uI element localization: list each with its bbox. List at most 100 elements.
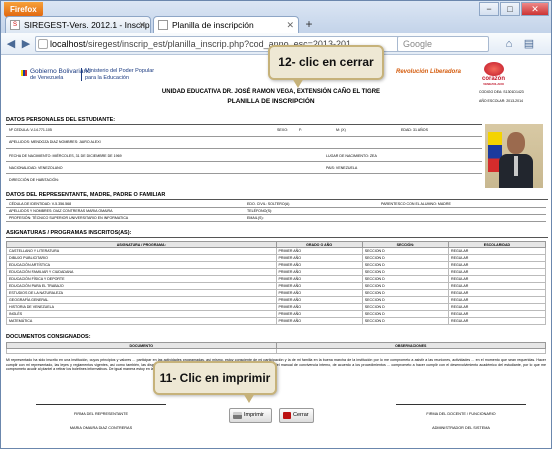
photo-head <box>507 132 525 154</box>
firefox-menu-button[interactable]: Firefox <box>4 2 43 17</box>
table-cell: PRIMER AÑO <box>275 282 363 290</box>
close-tab-icon[interactable]: ✕ <box>286 17 294 33</box>
table-row: EDUCACIÓN FÍSICA Y DEPORTE PRIMER AÑO SECC… <box>6 275 547 283</box>
student-photo <box>485 124 543 188</box>
codigo-dea: CODIGO DEA: S1301D1423 <box>479 90 524 94</box>
student-sexo-f: F: <box>299 128 303 132</box>
table-row: GEOGRAFÍA GENERAL PRIMER AÑO SECCION D REGU… <box>6 296 547 304</box>
table-cell: SECCION D <box>361 282 449 290</box>
table-cell: MATEMÁTICA <box>6 317 277 325</box>
table-cell: REGULAR <box>447 254 547 262</box>
student-pais: PAIS: VENEZUELA <box>326 166 358 170</box>
student-cedula: Nº CEDULA: V-14.771.105 <box>9 128 52 132</box>
table-cell: REGULAR <box>447 310 547 318</box>
table-cell: PRIMER AÑO <box>275 268 363 276</box>
table-row: EDUCACIÓN FAMILIAR Y CIUDADANA PRIMER AÑO… <box>6 268 547 276</box>
forward-icon[interactable]: ▶ <box>18 36 34 52</box>
flag-icon <box>21 70 27 76</box>
table-cell: PRIMER AÑO <box>275 317 363 325</box>
tab-label: Planilla de inscripción <box>172 20 254 30</box>
documents-table: DOCUMENTO OBSERVACIONES <box>6 342 546 354</box>
table-cell: EDUCACIÓN PARA EL TRABAJO <box>6 282 277 290</box>
print-button[interactable]: Imprimir <box>229 408 272 423</box>
close-button[interactable]: Cerrar <box>279 408 314 423</box>
close-tab-icon[interactable]: ✕ <box>138 17 146 33</box>
url-host: localhost <box>50 39 86 49</box>
revolution-label: Revolución Liberadora <box>396 69 462 75</box>
table-cell: SECCION D <box>361 303 449 311</box>
table-cell: CASTELLANO Y LITERATURA <box>6 247 277 255</box>
rep-edo-civil: EDO. CIVIL: SOLTERO(A) <box>247 202 290 206</box>
doc-signature-name: ADMINISTRADOR DEL SISTEMA <box>432 426 490 430</box>
table-row: MATEMÁTICA PRIMER AÑO SECCION D REGULAR <box>6 317 547 325</box>
tab-label: SIREGEST-Vers. 2012.1 - Inscripción d... <box>24 20 150 30</box>
divider <box>6 221 546 222</box>
table-cell: EDUCACIÓN FAMILIAR Y CIUDADANA <box>6 268 277 276</box>
ministry-line2: para la Educación <box>85 74 130 81</box>
home-icon[interactable]: ⌂ <box>501 36 517 52</box>
table-cell: PRIMER AÑO <box>275 254 363 262</box>
table-row: ESTUDIOS DE LA NATURALEZA PRIMER AÑO SECCI… <box>6 289 547 297</box>
back-icon[interactable]: ◀ <box>3 36 19 52</box>
anno-escolar: AÑO ESCOLAR: 2013-2014 <box>479 99 523 103</box>
table-cell: INGLÉS <box>6 310 277 318</box>
site-icon <box>38 39 48 49</box>
print-label: Imprimir <box>244 412 264 418</box>
corazon-logo: corazón VENEZOLANO <box>471 62 516 86</box>
doc-signature-title: FIRMA DEL DOCENTE / FUNCIONARIO <box>426 412 496 416</box>
rep-signature-name: MARIA OMAIRA DIAZ CONTRERAS <box>69 426 133 430</box>
student-fecha-nac: FECHA DE NACIMIENTO: MIÉRCOLES, 31 DE DI… <box>9 154 122 158</box>
table-row: HISTORIA DE VENEZUELA PRIMER AÑO SECCION D… <box>6 303 547 311</box>
browser-window: Firefox S SIREGEST-Vers. 2012.1 - Inscri… <box>0 0 552 449</box>
rep-email: EMAIL(S): <box>247 216 264 220</box>
table-row: EDUCACIÓN ARTÍSTICA PRIMER AÑO SECCION D RE… <box>6 261 547 269</box>
table-cell: REGULAR <box>447 317 547 325</box>
photo-tie <box>514 156 518 176</box>
table-cell: REGULAR <box>447 268 547 276</box>
student-nacionalidad: NACIONALIDAD: VENEZOLANO <box>9 166 63 170</box>
tab-siregest[interactable]: S SIREGEST-Vers. 2012.1 - Inscripción d.… <box>5 16 151 33</box>
divider <box>6 237 548 238</box>
corazon-sub: VENEZOLANO <box>483 82 504 86</box>
divider <box>6 173 482 174</box>
page-title: PLANILLA DE INSCRIPCIÓN <box>227 98 315 105</box>
table-row <box>6 348 546 354</box>
table-row: DIBUJO PUBLICITARIO PRIMER AÑO SECCION D RE… <box>6 254 547 262</box>
table-cell: PRIMER AÑO <box>275 289 363 297</box>
bookmarks-icon[interactable]: ▤ <box>521 36 537 52</box>
maximize-button[interactable]: □ <box>500 2 520 16</box>
minimize-button[interactable]: − <box>479 2 499 16</box>
divider <box>6 148 482 149</box>
table-cell: PRIMER AÑO <box>275 296 363 304</box>
table-cell: REGULAR <box>447 296 547 304</box>
table-cell: HISTORIA DE VENEZUELA <box>6 303 277 311</box>
table-cell: SECCION D <box>361 310 449 318</box>
rep-parentesco: PARENTESCO CON EL ALUMNO: MADRE <box>381 202 451 206</box>
table-cell: REGULAR <box>447 303 547 311</box>
divider <box>6 136 482 137</box>
ministry-logo: Ministerio del Poder Popular para la Edu… <box>81 68 171 81</box>
table-cell <box>275 348 546 354</box>
divider <box>6 214 546 215</box>
new-tab-button[interactable]: + <box>301 17 317 32</box>
rep-telefono: TELÉFONO(S): <box>247 209 273 213</box>
table-cell: REGULAR <box>447 275 547 283</box>
tab-planilla[interactable]: Planilla de inscripción ✕ <box>153 16 299 33</box>
gob-line2: de Venezuela <box>30 75 64 81</box>
table-cell: SECCION D <box>361 289 449 297</box>
callout-close: 12- clic en cerrar <box>268 45 384 88</box>
table-cell: ESTUDIOS DE LA NATURALEZA <box>6 289 277 297</box>
close-window-button[interactable]: ✕ <box>521 2 549 16</box>
search-input[interactable]: Google <box>397 36 489 52</box>
student-direccion: DIRECCIÓN DE HABITACIÓN: <box>9 178 59 182</box>
table-cell: PRIMER AÑO <box>275 275 363 283</box>
documents-section-title: DOCUMENTOS CONSIGNADOS: <box>6 334 91 340</box>
school-name: UNIDAD EDUCATIVA DR. JOSÉ RAMON VEGA, EX… <box>161 89 381 95</box>
table-cell: PRIMER AÑO <box>275 310 363 318</box>
table-row: CASTELLANO Y LITERATURA PRIMER AÑO SECCION… <box>6 247 547 255</box>
student-sexo: SEXO: <box>277 128 288 132</box>
rep-profesion: PROFESIÓN: TÉCNICO SUPERIOR UNIVERSITARI… <box>9 216 129 220</box>
table-cell: SECCION D <box>361 275 449 283</box>
table-cell: SECCION D <box>361 268 449 276</box>
table-cell: EDUCACIÓN ARTÍSTICA <box>6 261 277 269</box>
